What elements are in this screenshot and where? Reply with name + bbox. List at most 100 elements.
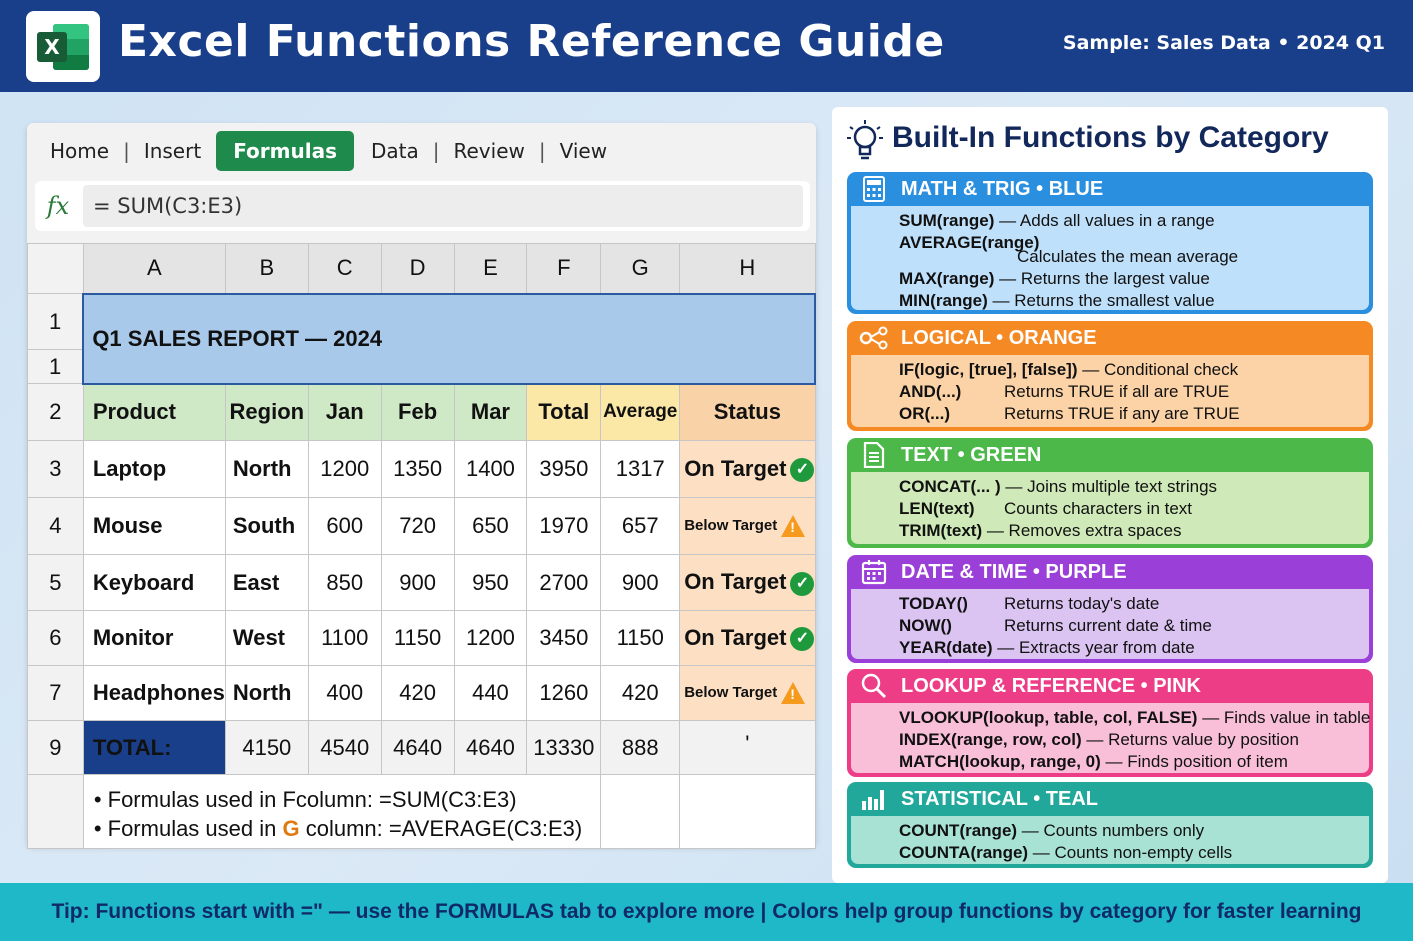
cell-jan[interactable]: 1100 xyxy=(307,610,382,666)
header-mar[interactable]: Mar xyxy=(453,383,528,441)
col-header-c[interactable]: C xyxy=(307,243,382,294)
total-cell[interactable]: 888 xyxy=(600,720,681,775)
total-cell[interactable]: 13330 xyxy=(526,720,602,775)
cell-average[interactable]: 900 xyxy=(600,554,681,611)
tab-data[interactable]: Data xyxy=(362,131,428,171)
tab-formulas[interactable]: Formulas xyxy=(216,131,354,171)
header-status[interactable]: Status xyxy=(679,383,816,441)
col-header-e[interactable]: E xyxy=(453,243,528,294)
header-jan[interactable]: Jan xyxy=(307,383,382,441)
cell-total[interactable]: 1970 xyxy=(526,497,602,555)
status-text: On Target xyxy=(684,624,787,650)
footer-tip: Tip: Functions start with =" — use the F… xyxy=(0,883,1413,941)
cell-region[interactable]: South xyxy=(224,497,309,555)
tab-view[interactable]: View xyxy=(551,131,616,171)
empty-cell[interactable] xyxy=(679,774,816,849)
cell-status[interactable]: On Target ✓ xyxy=(679,610,816,666)
cell-feb[interactable]: 720 xyxy=(380,497,455,555)
cell-jan[interactable]: 600 xyxy=(307,497,382,555)
category-header: TEXT • GREEN xyxy=(847,438,1373,472)
col-header-d[interactable]: D xyxy=(380,243,455,294)
report-title-cell[interactable]: Q1 SALES REPORT — 2024 xyxy=(82,292,816,385)
cell-average[interactable]: 1150 xyxy=(600,610,681,666)
formula-input[interactable]: = SUM(C3:E3) xyxy=(83,185,803,227)
cell-status[interactable]: On Target ✓ xyxy=(679,554,816,611)
cell-feb[interactable]: 1150 xyxy=(380,610,455,666)
col-header-g[interactable]: G xyxy=(600,243,681,294)
cell-average[interactable]: 657 xyxy=(600,497,681,555)
cell-product[interactable]: Keyboard xyxy=(82,554,226,611)
empty-cell[interactable] xyxy=(600,774,681,849)
category-name: TEXT • GREEN xyxy=(901,443,1042,466)
header-average[interactable]: Average xyxy=(600,383,681,441)
function-line: YEAR(date) — Extracts year from date xyxy=(899,638,1195,657)
calendar-icon xyxy=(859,559,889,585)
row-header[interactable]: 9 xyxy=(27,720,84,775)
category-lookup: LOOKUP & REFERENCE • PINK VLOOKUP(lookup… xyxy=(847,669,1373,777)
header-product[interactable]: Product xyxy=(82,383,226,441)
cell-product[interactable]: Headphones xyxy=(82,665,226,721)
cell-feb[interactable]: 900 xyxy=(380,554,455,611)
row-header[interactable]: 1 xyxy=(27,293,84,350)
cell-mar[interactable]: 440 xyxy=(453,665,528,721)
total-cell[interactable]: 4540 xyxy=(307,720,382,775)
cell-product[interactable]: Mouse xyxy=(82,497,226,555)
cell-average[interactable]: 1317 xyxy=(600,440,681,498)
header-region[interactable]: Region xyxy=(224,383,309,441)
cell-product[interactable]: Laptop xyxy=(82,440,226,498)
row-header[interactable] xyxy=(27,774,84,849)
tab-review[interactable]: Review xyxy=(445,131,534,171)
col-header-h[interactable]: H xyxy=(679,243,816,294)
header-feb[interactable]: Feb xyxy=(380,383,455,441)
total-cell[interactable]: 4640 xyxy=(453,720,528,775)
col-header-b[interactable]: B xyxy=(224,243,309,294)
cell-region[interactable]: North xyxy=(224,440,309,498)
cell-jan[interactable]: 1200 xyxy=(307,440,382,498)
row-header[interactable]: 2 xyxy=(27,383,84,441)
cell-region[interactable]: East xyxy=(224,554,309,611)
total-cell[interactable]: 4640 xyxy=(380,720,455,775)
category-body: IF(logic, [true], [false]) — Conditional… xyxy=(851,355,1369,427)
status-text: Below Target xyxy=(684,516,778,534)
spreadsheet-panel: Home | Insert Formulas Data | Review | V… xyxy=(27,123,816,849)
total-cell[interactable]: 4150 xyxy=(224,720,309,775)
status-text: On Target xyxy=(684,569,787,595)
tab-home[interactable]: Home xyxy=(41,131,118,171)
cell-status[interactable]: Below Target! xyxy=(679,665,816,721)
cell-total[interactable]: 1260 xyxy=(526,665,602,721)
cell-jan[interactable]: 400 xyxy=(307,665,382,721)
select-all-corner[interactable] xyxy=(27,243,84,294)
cell-total[interactable]: 3450 xyxy=(526,610,602,666)
cell-average[interactable]: 420 xyxy=(600,665,681,721)
total-cell[interactable]: ' xyxy=(679,720,816,775)
row-header[interactable]: 4 xyxy=(27,497,84,555)
cell-total[interactable]: 3950 xyxy=(526,440,602,498)
cell-feb[interactable]: 1350 xyxy=(380,440,455,498)
cell-mar[interactable]: 1200 xyxy=(453,610,528,666)
cell-feb[interactable]: 420 xyxy=(380,665,455,721)
cell-product[interactable]: Monitor xyxy=(82,610,226,666)
cell-status[interactable]: Below Target! xyxy=(679,497,816,555)
category-header: MATH & TRIG • BLUE xyxy=(847,172,1373,206)
row-header[interactable]: 5 xyxy=(27,554,84,611)
header-total[interactable]: Total xyxy=(526,383,602,441)
col-header-a[interactable]: A xyxy=(82,243,226,294)
cell-region[interactable]: West xyxy=(224,610,309,666)
category-name: LOGICAL • ORANGE xyxy=(901,326,1097,349)
cell-mar[interactable]: 650 xyxy=(453,497,528,555)
row-header[interactable]: 3 xyxy=(27,440,84,498)
cell-mar[interactable]: 950 xyxy=(453,554,528,611)
row-header[interactable]: 7 xyxy=(27,665,84,721)
cell-jan[interactable]: 850 xyxy=(307,554,382,611)
cell-total[interactable]: 2700 xyxy=(526,554,602,611)
row-header[interactable]: 6 xyxy=(27,610,84,666)
tab-insert[interactable]: Insert xyxy=(135,131,210,171)
note-line: • Formulas used in G column: =AVERAGE(C3… xyxy=(93,816,583,841)
cell-status[interactable]: On Target ✓ xyxy=(679,440,816,498)
cell-region[interactable]: North xyxy=(224,665,309,721)
col-header-f[interactable]: F xyxy=(526,243,602,294)
cell-mar[interactable]: 1400 xyxy=(453,440,528,498)
row-header[interactable]: 1 xyxy=(27,349,84,384)
fx-icon[interactable]: fx xyxy=(35,192,81,220)
total-label-cell[interactable]: TOTAL: xyxy=(82,720,226,775)
